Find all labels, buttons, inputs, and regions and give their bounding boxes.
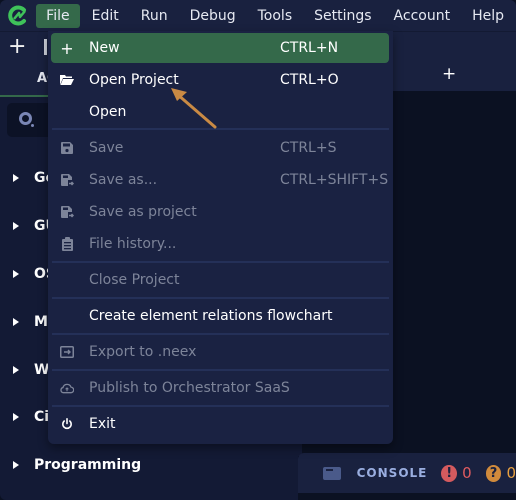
menu-item-label: File history... — [89, 236, 177, 252]
error-count: 0 — [462, 464, 472, 482]
expand-arrow-icon[interactable] — [13, 366, 19, 374]
menu-file[interactable]: File — [36, 3, 80, 28]
menu-item-save-as-project[interactable]: Save as project — [51, 197, 389, 227]
menu-separator — [52, 405, 389, 407]
menu-item-publish-orchestrator[interactable]: Publish to Orchestrator SaaS — [51, 373, 389, 403]
toolbar-divider — [44, 39, 47, 55]
cloud-upload-icon — [60, 381, 74, 395]
menu-item-shortcut: CTRL+SHIFT+S — [280, 172, 389, 188]
warning-count: 0 — [506, 464, 516, 482]
menu-item-open-project[interactable]: Open Project CTRL+O — [51, 65, 389, 95]
menu-item-label: Open Project — [89, 72, 179, 88]
menu-item-label: Save as... — [89, 172, 158, 188]
menu-item-label: New — [89, 40, 120, 56]
tree-item-programming[interactable]: Programming — [0, 455, 298, 475]
menu-item-label: Open — [89, 104, 127, 120]
console-label[interactable]: CONSOLE — [357, 466, 428, 480]
app-window: File Edit Run Debug Tools Settings Accou… — [0, 0, 516, 500]
menu-account[interactable]: Account — [384, 4, 461, 28]
search-icon-dot — [31, 124, 34, 127]
save-as-icon — [60, 173, 74, 187]
menu-item-close-project[interactable]: Close Project — [51, 265, 389, 295]
menu-separator — [52, 128, 389, 130]
app-logo-icon — [0, 0, 36, 31]
menu-bar: File Edit Run Debug Tools Settings Accou… — [0, 0, 516, 31]
console-bar[interactable]: CONSOLE ! 0 ? 0 — [298, 453, 516, 493]
expand-arrow-icon[interactable] — [13, 413, 19, 421]
menu-item-shortcut: CTRL+O — [280, 72, 339, 88]
clipboard-icon — [60, 237, 74, 251]
menu-item-shortcut: CTRL+N — [280, 40, 339, 56]
search-icon — [19, 112, 32, 125]
menu-item-label: Create element relations flowchart — [89, 308, 333, 324]
menu-item-save[interactable]: Save CTRL+S — [51, 133, 389, 163]
menu-item-open[interactable]: Open — [51, 97, 389, 127]
menu-separator — [52, 297, 389, 299]
expand-arrow-icon[interactable] — [13, 318, 19, 326]
menu-item-shortcut: CTRL+S — [280, 140, 337, 156]
expand-arrow-icon[interactable] — [13, 174, 19, 182]
expand-arrow-icon[interactable] — [13, 222, 19, 230]
warning-icon: ? — [485, 464, 502, 482]
menu-item-exit[interactable]: Exit — [51, 409, 389, 439]
menu-separator — [52, 333, 389, 335]
menu-item-file-history[interactable]: File history... — [51, 229, 389, 259]
menu-item-label: Exit — [89, 416, 116, 432]
save-as-project-icon — [60, 205, 74, 219]
file-menu-dropdown: + New CTRL+N Open Project CTRL+O Open Sa… — [48, 31, 393, 444]
add-tab-button[interactable]: + — [442, 66, 456, 83]
menu-item-create-flowchart[interactable]: Create element relations flowchart — [51, 301, 389, 331]
menu-item-label: Export to .neex — [89, 344, 197, 360]
menu-item-new[interactable]: + New CTRL+N — [51, 33, 389, 63]
menu-item-label: Publish to Orchestrator SaaS — [89, 380, 290, 396]
error-icon: ! — [441, 464, 458, 482]
menu-run[interactable]: Run — [131, 4, 178, 28]
menu-item-save-as[interactable]: Save as... CTRL+SHIFT+S — [51, 165, 389, 195]
power-icon — [60, 417, 74, 431]
save-icon — [60, 141, 74, 155]
menu-item-export-neex[interactable]: Export to .neex — [51, 337, 389, 367]
menu-separator — [52, 369, 389, 371]
menu-separator — [52, 261, 389, 263]
menu-item-label: Save — [89, 140, 124, 156]
expand-arrow-icon[interactable] — [13, 461, 19, 469]
tree-item-label: Programming — [34, 457, 142, 473]
menu-tools[interactable]: Tools — [248, 4, 303, 28]
menu-item-label: Close Project — [89, 272, 180, 288]
add-icon[interactable]: + — [8, 36, 26, 58]
console-icon — [323, 466, 341, 480]
expand-arrow-icon[interactable] — [13, 270, 19, 278]
menu-item-label: Save as project — [89, 204, 197, 220]
plus-icon: + — [60, 38, 74, 58]
menu-edit[interactable]: Edit — [82, 4, 129, 28]
menu-settings[interactable]: Settings — [304, 4, 381, 28]
menu-debug[interactable]: Debug — [180, 4, 246, 28]
export-icon — [60, 345, 74, 359]
menu-help[interactable]: Help — [462, 4, 514, 28]
folder-open-icon — [60, 73, 74, 87]
